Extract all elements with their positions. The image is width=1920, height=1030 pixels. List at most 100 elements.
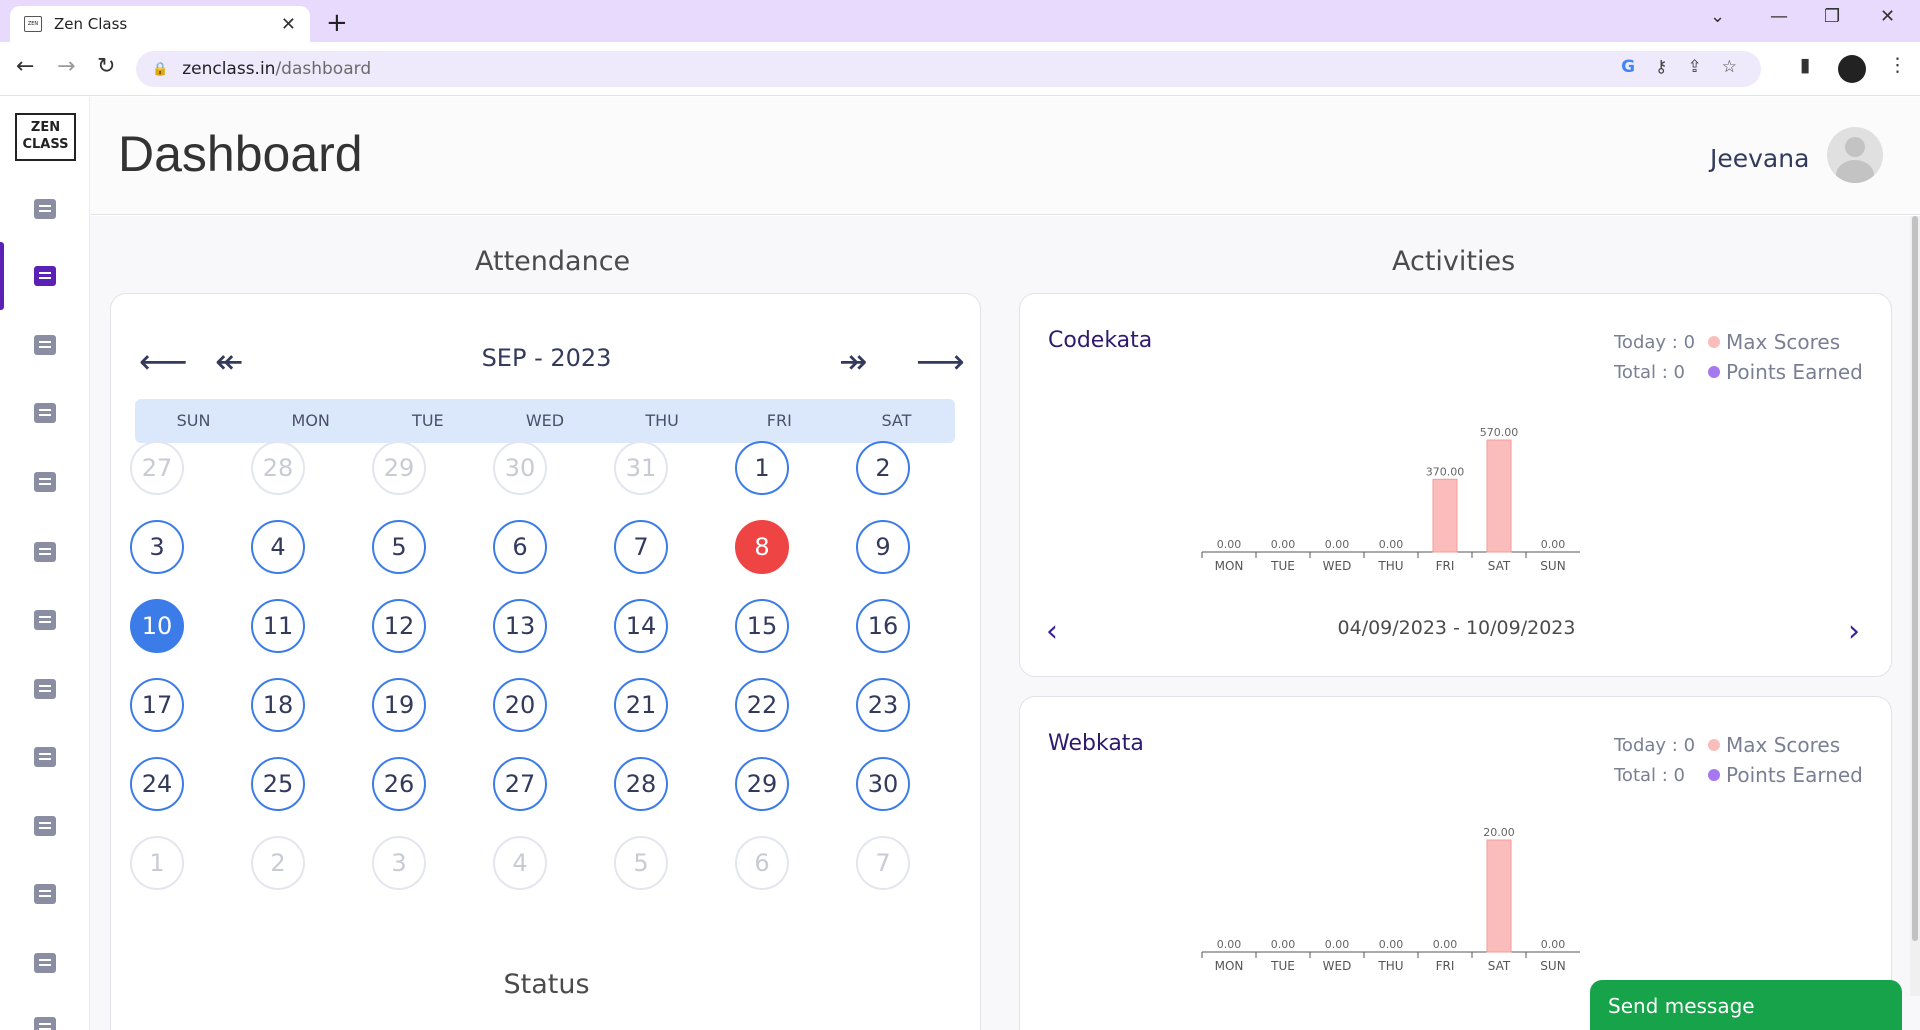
url-input[interactable]: 🔒 zenclass.in/dashboard G ⚷ ⇪ ☆: [136, 51, 1761, 87]
more-menu-icon[interactable]: ⋮: [1888, 54, 1907, 76]
bookmark-star-icon[interactable]: ☆: [1722, 57, 1737, 77]
user-avatar[interactable]: [1827, 127, 1883, 183]
sidebar-item-9[interactable]: [0, 737, 90, 777]
calendar-day[interactable]: 15: [735, 599, 789, 653]
page-scrollbar[interactable]: [1910, 216, 1920, 996]
next-month-icon[interactable]: ⟶: [916, 342, 965, 382]
calendar-day[interactable]: 17: [130, 678, 184, 732]
next-week-icon[interactable]: ›: [1848, 614, 1860, 649]
bar-sat[interactable]: [1486, 839, 1512, 953]
calendar-day[interactable]: 29: [735, 757, 789, 811]
browser-profile-avatar[interactable]: [1838, 55, 1866, 83]
bar-value-label: 0.00: [1379, 938, 1404, 951]
sidebar-item-2[interactable]: [0, 242, 90, 310]
send-message-button[interactable]: Send message: [1590, 980, 1902, 1030]
sidebar-item-4[interactable]: [0, 393, 90, 433]
page-header: Dashboard Jeevana: [90, 97, 1920, 215]
sidebar-item-6[interactable]: [0, 532, 90, 572]
sidebar-item-8[interactable]: [0, 669, 90, 709]
calendar-day[interactable]: 11: [251, 599, 305, 653]
calendar-day[interactable]: 7: [614, 520, 668, 574]
bar-sat[interactable]: [1486, 439, 1512, 553]
calendar-day[interactable]: 4: [251, 520, 305, 574]
calendar-day[interactable]: 6: [493, 520, 547, 574]
close-tab-icon[interactable]: ✕: [281, 14, 296, 35]
calendar-day[interactable]: 8: [735, 520, 789, 574]
calendar-day[interactable]: 29: [372, 441, 426, 495]
close-window-icon[interactable]: ✕: [1880, 6, 1895, 27]
calendar-day[interactable]: 24: [130, 757, 184, 811]
calendar-day[interactable]: 14: [614, 599, 668, 653]
back-icon[interactable]: ←: [16, 54, 34, 79]
status-title: Status: [503, 969, 590, 1000]
browser-tab[interactable]: ZEN Zen Class ✕: [10, 6, 310, 42]
sidebar-item-5[interactable]: [0, 462, 90, 502]
sidebar-item-10[interactable]: [0, 806, 90, 846]
calendar-day[interactable]: 4: [493, 836, 547, 890]
sidebar-item-1[interactable]: [0, 189, 90, 229]
tab-search-icon[interactable]: ⌄: [1710, 6, 1725, 27]
task-icon: [34, 679, 56, 699]
calendar-day[interactable]: 13: [493, 599, 547, 653]
bar-value-label: 370.00: [1426, 465, 1465, 478]
calendar-day[interactable]: 18: [251, 678, 305, 732]
calendar-day[interactable]: 12: [372, 599, 426, 653]
document-icon: [34, 953, 56, 973]
lock-icon[interactable]: 🔒: [152, 62, 168, 77]
google-lens-icon[interactable]: G: [1621, 57, 1635, 77]
calendar-day[interactable]: 27: [130, 441, 184, 495]
restore-icon[interactable]: ❐: [1824, 6, 1840, 27]
calendar-day[interactable]: 26: [372, 757, 426, 811]
calendar-day[interactable]: 20: [493, 678, 547, 732]
x-tick-label: SUN: [1540, 959, 1565, 973]
attendance-card: ⟵ ↞ SEP - 2023 ↠ ⟶ SUN MON TUE WED THU FRI SAT…: [110, 293, 981, 1030]
sidebar-item-12[interactable]: [0, 943, 90, 983]
calendar-day[interactable]: 3: [372, 836, 426, 890]
weekday-label: THU: [645, 411, 679, 430]
calendar-day[interactable]: 9: [856, 520, 910, 574]
calendar-day[interactable]: 25: [251, 757, 305, 811]
calendar-day[interactable]: 27: [493, 757, 547, 811]
reload-icon[interactable]: ↻: [97, 54, 115, 79]
calendar-day[interactable]: 2: [856, 441, 910, 495]
zen-class-logo[interactable]: ZEN CLASS: [15, 113, 76, 161]
weekday-header: SUN MON TUE WED THU FRI SAT: [135, 399, 955, 443]
sidebar-item-3[interactable]: [0, 325, 90, 365]
calendar-day[interactable]: 30: [493, 441, 547, 495]
share-icon[interactable]: ⇪: [1688, 57, 1702, 77]
calendar-day[interactable]: 28: [251, 441, 305, 495]
calendar-day[interactable]: 21: [614, 678, 668, 732]
scrollbar-thumb[interactable]: [1912, 216, 1918, 941]
sidebar-item-7[interactable]: [0, 600, 90, 640]
calendar-day[interactable]: 1: [735, 441, 789, 495]
calendar-day[interactable]: 28: [614, 757, 668, 811]
bar-value-label: 20.00: [1483, 826, 1515, 839]
new-tab-icon[interactable]: +: [326, 8, 348, 38]
calendar-day[interactable]: 30: [856, 757, 910, 811]
forward-icon[interactable]: →: [57, 54, 75, 79]
next-year-icon[interactable]: ↠: [839, 342, 868, 382]
calendar-day[interactable]: 19: [372, 678, 426, 732]
sidebar-item-11[interactable]: [0, 874, 90, 914]
sidebar-item-13[interactable]: [0, 1007, 90, 1030]
calendar-day[interactable]: 2: [251, 836, 305, 890]
calendar-day[interactable]: 5: [372, 520, 426, 574]
calendar-day[interactable]: 10: [130, 599, 184, 653]
calendar-day[interactable]: 3: [130, 520, 184, 574]
calendar-day[interactable]: 23: [856, 678, 910, 732]
attendance-title: Attendance: [475, 246, 631, 277]
x-tick-label: MON: [1215, 959, 1244, 973]
minimize-icon[interactable]: —: [1770, 6, 1788, 27]
calendar-day[interactable]: 5: [614, 836, 668, 890]
calendar-day[interactable]: 1: [130, 836, 184, 890]
key-icon[interactable]: ⚷: [1655, 57, 1667, 77]
user-name[interactable]: Jeevana: [1710, 144, 1809, 173]
side-panel-icon[interactable]: ▮: [1800, 54, 1810, 76]
calendar-day[interactable]: 16: [856, 599, 910, 653]
bar-fri[interactable]: [1432, 478, 1458, 553]
calendar-day[interactable]: 22: [735, 678, 789, 732]
calendar-day[interactable]: 31: [614, 441, 668, 495]
calendar-day[interactable]: 7: [856, 836, 910, 890]
calendar-day[interactable]: 6: [735, 836, 789, 890]
x-tick-label: WED: [1323, 559, 1352, 573]
